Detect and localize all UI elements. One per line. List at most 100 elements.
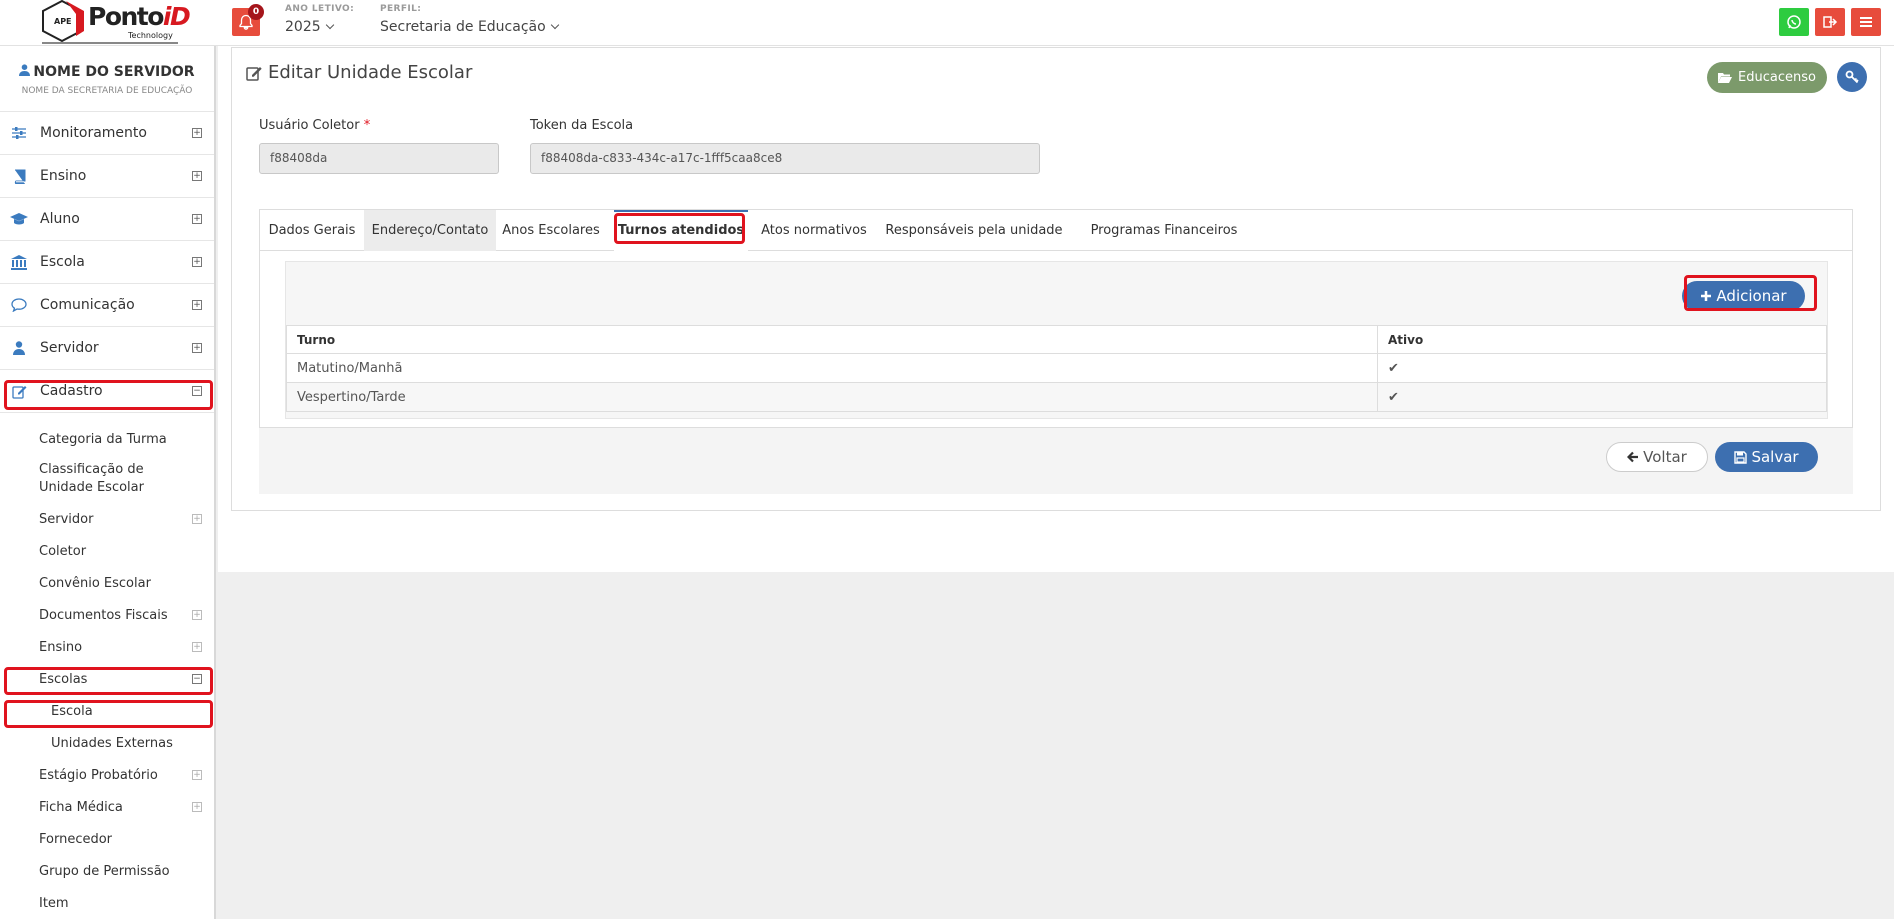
token-field[interactable]: f88408da-c833-434c-a17c-1fff5caa8ce8 [530,143,1040,174]
submenu-item-servidor[interactable]: Servidor + [0,503,214,535]
expand-icon: + [192,343,202,353]
chevron-down-icon [550,20,559,30]
submenu-item-categoria-turma[interactable]: Categoria da Turma [0,423,214,455]
submenu-item-grupo[interactable]: Grupo de Permissão [0,855,214,887]
tab-programas-financeiros[interactable]: Programas Financeiros [1074,210,1254,251]
sign-out-icon [1823,16,1838,28]
submenu-item-item[interactable]: Item [0,887,214,919]
perfil-label: PERFIL: [380,4,422,14]
sidebar-item-ensino[interactable]: Ensino + [0,155,214,198]
submenu-item-unidades-externas[interactable]: Unidades Externas [0,727,214,759]
sidebar-item-label: Escola [40,254,85,270]
menu-button[interactable] [1851,8,1881,36]
turnos-table: Turno Ativo Matutino/Manhã ✔ Vespertino/… [286,325,1827,412]
logo[interactable]: APE PontoiD Technology [36,0,191,46]
collapse-icon: − [192,674,202,684]
logout-button[interactable] [1815,8,1845,36]
cell-turno: Matutino/Manhã [286,353,1378,383]
sidebar-item-cadastro[interactable]: Cadastro − [0,370,214,413]
submenu-spacer [0,413,214,423]
tab-turnos-atendidos[interactable]: Turnos atendidos [614,210,748,251]
floppy-disk-icon [1734,450,1748,464]
perfil-value: Secretaria de Educação [380,19,546,35]
submenu-label: Escolas [39,671,88,687]
expand-icon: + [192,128,202,138]
logo-underline [42,42,178,44]
logo-text: PontoiD [88,2,191,31]
tabs-container: Dados Gerais Endereço/Contato Anos Escol… [259,209,1853,428]
sidebar-item-label: Comunicação [40,297,135,313]
submenu-item-estagio[interactable]: Estágio Probatório + [0,759,214,791]
logo-mark-icon: APE [42,0,84,42]
submenu-item-ficha[interactable]: Ficha Médica + [0,791,214,823]
tab-endereco-contato[interactable]: Endereço/Contato [364,210,496,251]
check-icon: ✔ [1377,353,1827,383]
usuario-coletor-field[interactable]: f88408da [259,143,499,174]
cell-turno: Vespertino/Tarde [286,382,1378,412]
column-header-turno: Turno [286,325,1378,354]
tab-dados-gerais[interactable]: Dados Gerais [260,210,364,251]
tab-atos-normativos[interactable]: Atos normativos [754,210,874,251]
user-name: NOME DO SERVIDOR [0,64,214,80]
sidebar-item-escola[interactable]: Escola + [0,241,214,284]
usuario-coletor-label: Usuário Coletor * [259,118,371,133]
submenu-item-ensino[interactable]: Ensino + [0,631,214,663]
page-title: Editar Unidade Escolar [246,62,472,83]
tab-anos-escolares[interactable]: Anos Escolares [496,210,606,251]
back-button[interactable]: Voltar [1606,442,1708,472]
whatsapp-button[interactable] [1779,8,1809,36]
submenu-label: Ficha Médica [39,799,123,815]
user-box: NOME DO SERVIDOR NOME DA SECRETARIA DE E… [0,46,214,112]
sidebar-item-comunicacao[interactable]: Comunicação + [0,284,214,327]
tab-responsaveis[interactable]: Responsáveis pela unidade [874,210,1074,251]
educacenso-button[interactable]: Educacenso [1707,62,1827,93]
column-header-ativo: Ativo [1377,325,1827,354]
sidebar-item-servidor[interactable]: Servidor + [0,327,214,370]
token-label: Token da Escola [530,118,634,133]
submenu-item-classificacao[interactable]: Classificação de Unidade Escolar [0,455,214,503]
form-footer: Voltar Salvar [259,428,1853,494]
book-icon [10,168,28,184]
check-icon: ✔ [1377,382,1827,412]
user-organization: NOME DA SECRETARIA DE EDUCAÇÃO [21,86,193,96]
expand-icon: + [192,300,202,310]
sidebar-item-aluno[interactable]: Aluno + [0,198,214,241]
expand-icon: + [192,802,202,812]
submenu-item-escola[interactable]: Escola [0,695,214,727]
expand-icon: + [192,171,202,181]
hamburger-icon [1860,17,1872,27]
institution-icon [10,254,28,270]
expand-icon: + [192,642,202,652]
plus-icon [1701,291,1712,301]
expand-icon: + [192,214,202,224]
add-button[interactable]: Adicionar [1682,281,1805,311]
submenu-item-documentos[interactable]: Documentos Fiscais + [0,599,214,631]
sidebar-item-monitoramento[interactable]: Monitoramento + [0,112,214,155]
table-row[interactable]: Vespertino/Tarde ✔ [286,382,1827,412]
table-row[interactable]: Matutino/Manhã ✔ [286,353,1827,383]
edit-panel: Editar Unidade Escolar Educacenso Usuári… [231,47,1881,511]
user-icon [10,340,28,356]
submenu-item-fornecedor[interactable]: Fornecedor [0,823,214,855]
edit-icon [10,383,28,399]
perfil-selector[interactable]: PERFIL: Secretaria de Educação [380,4,559,35]
table-header-row: Turno Ativo [286,325,1827,354]
submenu-item-escolas[interactable]: Escolas − [0,663,214,695]
key-button[interactable] [1837,62,1867,92]
sidebar-item-label: Servidor [40,340,99,356]
save-button[interactable]: Salvar [1715,442,1818,472]
submenu-label: Documentos Fiscais [39,607,168,623]
submenu-label: Servidor [39,511,94,527]
svg-text:APE: APE [54,17,72,26]
expand-icon: + [192,770,202,780]
submenu-item-coletor[interactable]: Coletor [0,535,214,567]
key-icon [1845,70,1859,84]
submenu-item-convenio[interactable]: Convênio Escolar [0,567,214,599]
turnos-panel: Adicionar Turno Ativo Matutino/Manhã ✔ V… [285,261,1828,419]
expand-icon: + [192,610,202,620]
sidebar-item-label: Ensino [40,168,87,184]
expand-icon: + [192,257,202,267]
ano-letivo-selector[interactable]: ANO LETIVO: 2025 [285,4,354,35]
expand-icon: + [192,514,202,524]
whatsapp-icon [1787,15,1801,29]
